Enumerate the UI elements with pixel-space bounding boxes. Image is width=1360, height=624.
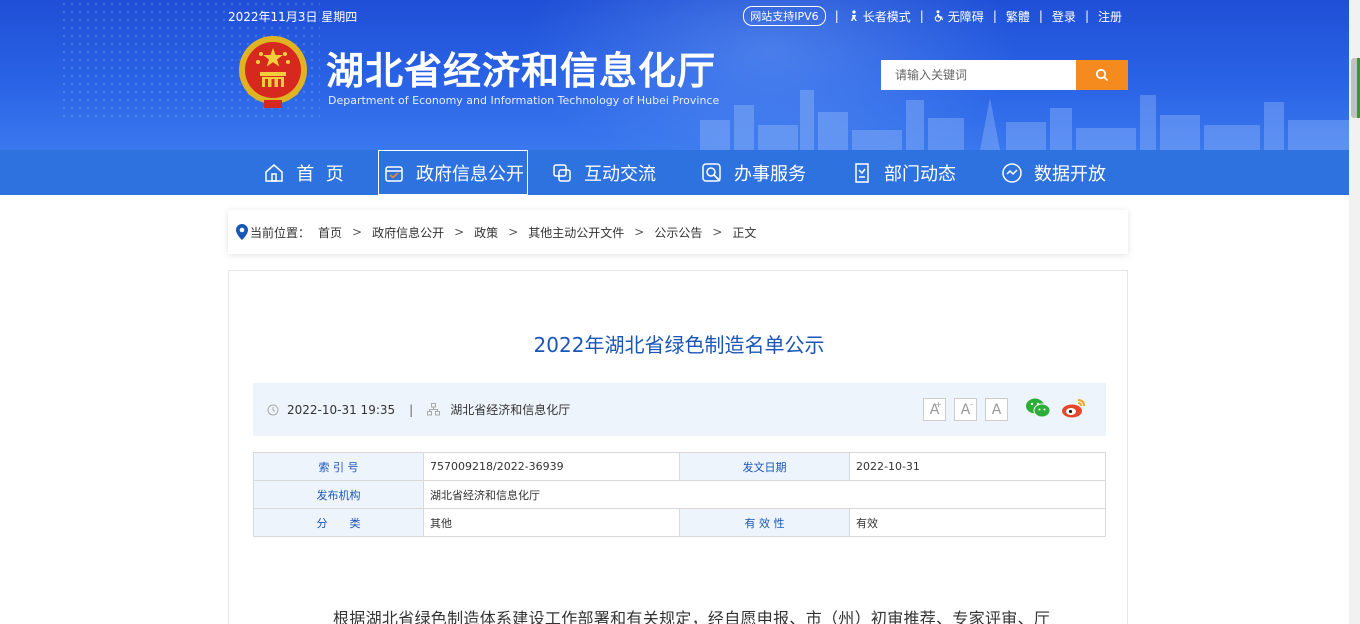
separator: | bbox=[1038, 9, 1043, 23]
search-input[interactable] bbox=[881, 60, 1076, 90]
category-label: 分 类 bbox=[253, 508, 424, 537]
site-subtitle: Department of Economy and Information Te… bbox=[328, 94, 720, 107]
data-open-icon bbox=[1000, 161, 1024, 185]
table-row: 分 类 其他 有 效 性 有效 bbox=[253, 508, 1106, 537]
breadcrumb-item-gov-info[interactable]: 政府信息公开 bbox=[372, 224, 444, 241]
breadcrumb-arrow: > bbox=[634, 225, 645, 239]
article-body-text: 根据湖北省绿色制造体系建设工作部署和有关规定，经自愿申报、市（州）初审推荐、专家… bbox=[333, 609, 1051, 624]
elder-mode-link[interactable]: 长者模式 bbox=[848, 8, 911, 25]
index-number-value: 757009218/2022-36939 bbox=[423, 452, 680, 481]
separator: | bbox=[1084, 9, 1089, 23]
main-navigation: 首 页 政府信息公开 互动交流 办事服务 部门动态 数据开放 bbox=[0, 150, 1360, 195]
nav-item-department-news[interactable]: 部门动态 bbox=[828, 150, 978, 195]
nav-label: 首 页 bbox=[296, 163, 344, 185]
search-button[interactable] bbox=[1076, 60, 1128, 90]
location-pin-icon bbox=[236, 224, 248, 240]
index-number-label: 索 引 号 bbox=[253, 452, 424, 481]
article-title: 2022年湖北省绿色制造名单公示 bbox=[533, 333, 825, 357]
nav-label: 数据开放 bbox=[1034, 163, 1106, 185]
article-container: 2022年湖北省绿色制造名单公示 2022-10-31 19:35 | 湖北省经… bbox=[228, 270, 1128, 624]
publisher-value: 湖北省经济和信息化厅 bbox=[423, 480, 1106, 509]
register-link[interactable]: 注册 bbox=[1098, 8, 1122, 25]
nav-item-services[interactable]: 办事服务 bbox=[678, 150, 828, 195]
accessibility-label: 无障碍 bbox=[947, 9, 984, 24]
top-utility-links: 网站支持IPV6 | 长者模式 | 无障碍 | 繁體 | 登录 | 注册 bbox=[743, 6, 1122, 26]
clock-icon bbox=[267, 404, 279, 416]
separator: | bbox=[919, 9, 924, 23]
font-decrease-button[interactable]: A- bbox=[954, 398, 977, 421]
breadcrumb-item-policy[interactable]: 政策 bbox=[474, 224, 498, 241]
breadcrumb: 当前位置： 首页 > 政府信息公开 > 政策 > 其他主动公开文件 > 公示公告… bbox=[228, 210, 1128, 254]
traditional-chinese-link[interactable]: 繁體 bbox=[1006, 8, 1030, 25]
organization-icon bbox=[427, 403, 441, 416]
issue-date-value: 2022-10-31 bbox=[849, 452, 1106, 481]
breadcrumb-item-announcements[interactable]: 公示公告 bbox=[654, 224, 702, 241]
current-date: 2022年11月3日 星期四 bbox=[228, 10, 358, 24]
nav-label: 政府信息公开 bbox=[416, 163, 524, 185]
breadcrumb-arrow: > bbox=[454, 225, 465, 239]
share-buttons bbox=[1025, 395, 1087, 421]
wechat-icon[interactable] bbox=[1025, 395, 1051, 421]
breadcrumb-item-current: 正文 bbox=[732, 225, 757, 240]
login-link[interactable]: 登录 bbox=[1052, 8, 1076, 25]
home-icon bbox=[262, 161, 286, 185]
article-meta-bar: 2022-10-31 19:35 | 湖北省经济和信息化厅 A + A- A bbox=[253, 383, 1106, 436]
document-info-table: 索 引 号 757009218/2022-36939 发文日期 2022-10-… bbox=[253, 452, 1106, 537]
breadcrumb-item-home[interactable]: 首页 bbox=[318, 224, 342, 241]
nav-label: 办事服务 bbox=[734, 163, 806, 185]
font-increase-button[interactable]: A + bbox=[923, 398, 946, 421]
weibo-icon[interactable] bbox=[1061, 395, 1087, 421]
accessibility-link[interactable]: 无障碍 bbox=[933, 8, 984, 25]
nav-label: 部门动态 bbox=[884, 163, 956, 185]
validity-value: 有效 bbox=[849, 508, 1106, 537]
info-public-icon bbox=[382, 161, 406, 185]
page-scrollbar[interactable] bbox=[1349, 0, 1360, 624]
nav-item-home[interactable]: 首 页 bbox=[228, 150, 378, 195]
breadcrumb-prefix: 当前位置： bbox=[250, 225, 311, 240]
publish-source: 湖北省经济和信息化厅 bbox=[450, 403, 571, 417]
ipv6-badge: 网站支持IPV6 bbox=[743, 6, 826, 26]
department-news-icon bbox=[850, 161, 874, 185]
table-row: 索 引 号 757009218/2022-36939 发文日期 2022-10-… bbox=[253, 452, 1106, 481]
nav-item-interaction[interactable]: 互动交流 bbox=[528, 150, 678, 195]
breadcrumb-item-other-files[interactable]: 其他主动公开文件 bbox=[528, 224, 624, 241]
publisher-label: 发布机构 bbox=[253, 480, 424, 509]
nav-item-data-open[interactable]: 数据开放 bbox=[978, 150, 1128, 195]
elder-mode-label: 长者模式 bbox=[862, 9, 911, 24]
breadcrumb-arrow: > bbox=[352, 225, 363, 239]
font-reset-button[interactable]: A bbox=[985, 398, 1008, 421]
interaction-icon bbox=[550, 161, 574, 185]
national-emblem-logo bbox=[239, 36, 307, 108]
wheelchair-icon bbox=[934, 10, 943, 22]
site-header: 2022年11月3日 星期四 网站支持IPV6 | 长者模式 | 无障碍 | 繁… bbox=[0, 0, 1360, 150]
meta-separator: | bbox=[409, 402, 414, 417]
nav-item-gov-info-public[interactable]: 政府信息公开 bbox=[378, 150, 528, 195]
separator: | bbox=[992, 9, 997, 23]
search-box bbox=[881, 60, 1128, 90]
nav-label: 互动交流 bbox=[584, 163, 656, 185]
breadcrumb-arrow: > bbox=[508, 225, 519, 239]
elder-icon bbox=[850, 10, 857, 21]
issue-date-label: 发文日期 bbox=[679, 452, 850, 481]
separator: | bbox=[834, 9, 839, 23]
breadcrumb-arrow: > bbox=[712, 225, 723, 239]
service-search-icon bbox=[700, 161, 724, 185]
site-title: 湖北省经济和信息化厅 bbox=[326, 49, 717, 93]
font-size-controls: A + A- A bbox=[923, 398, 1008, 421]
category-value: 其他 bbox=[423, 508, 680, 537]
publish-datetime: 2022-10-31 19:35 bbox=[287, 402, 396, 417]
validity-label: 有 效 性 bbox=[679, 508, 850, 537]
search-icon bbox=[1095, 68, 1109, 82]
table-row: 发布机构 湖北省经济和信息化厅 bbox=[253, 480, 1106, 509]
